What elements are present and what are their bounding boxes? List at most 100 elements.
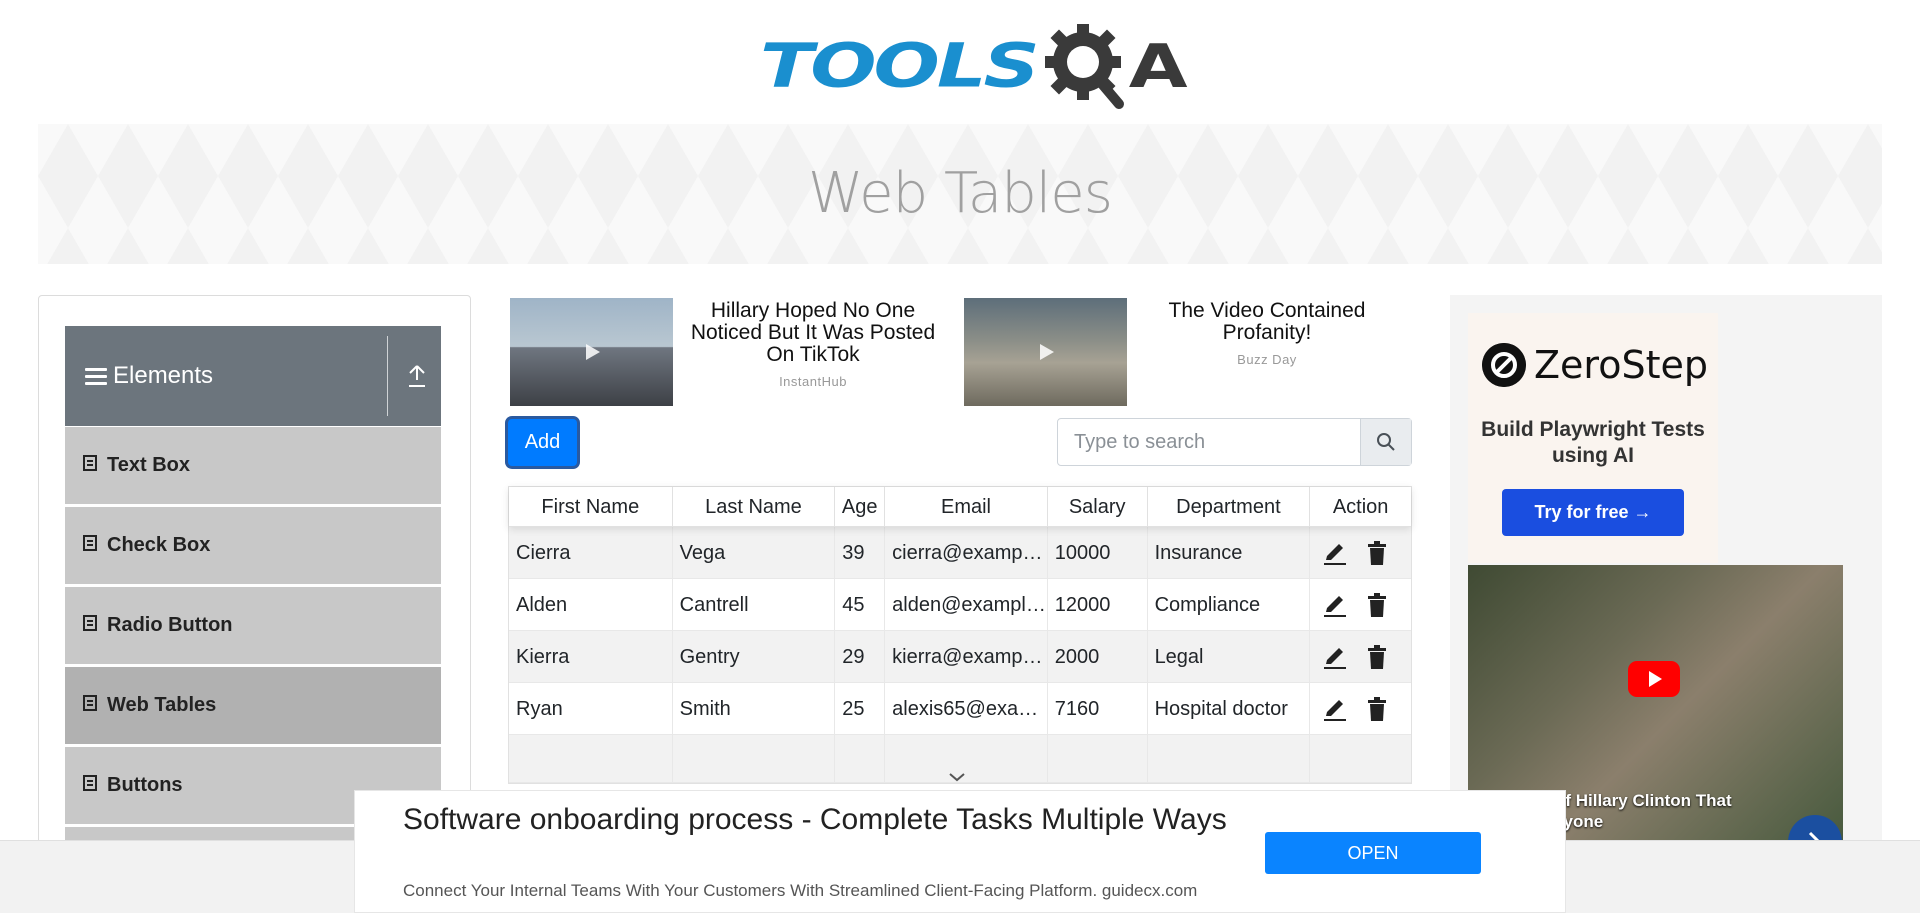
page-title: Web Tables <box>808 161 1113 226</box>
cell-department: Legal <box>1148 631 1311 682</box>
cell-last-name: Vega <box>673 527 836 578</box>
table-row: Cierra Vega 39 cierra@example.com 10000 … <box>509 527 1411 579</box>
cell-age: 39 <box>835 527 886 578</box>
ad-source: InstantHub <box>779 374 847 389</box>
document-icon <box>83 534 97 551</box>
next-arrow-icon[interactable] <box>1788 815 1842 840</box>
empty-cell <box>1148 735 1311 782</box>
sidebar-item-check-box[interactable]: Check Box <box>65 506 441 584</box>
search-input[interactable] <box>1058 419 1360 465</box>
cell-age: 45 <box>835 579 886 630</box>
cell-last-name: Gentry <box>673 631 836 682</box>
logo-text-tools: TOOLS <box>760 30 1040 102</box>
column-header-salary[interactable]: Salary <box>1048 487 1148 526</box>
cell-last-name: Smith <box>673 683 836 734</box>
zerostep-subtitle: Build Playwright Tests using AI <box>1481 418 1705 467</box>
open-button[interactable]: OPEN <box>1265 832 1481 874</box>
sidebar-item-label: Text Box <box>107 454 190 476</box>
ad-card-2[interactable]: The Video Contained Profanity! Buzz Day <box>964 298 1404 406</box>
cell-email: alexis65@example.com <box>885 683 1048 734</box>
edit-icon[interactable] <box>1322 540 1348 566</box>
empty-cell <box>1048 735 1148 782</box>
cell-salary: 7160 <box>1048 683 1148 734</box>
cell-first-name: Kierra <box>509 631 673 682</box>
page-banner: Web Tables <box>38 124 1882 264</box>
table-row: Alden Cantrell 45 alden@example.com 1200… <box>509 579 1411 631</box>
column-header-age[interactable]: Age <box>835 487 886 526</box>
ad-card-1[interactable]: Hillary Hoped No One Noticed But It Was … <box>510 298 950 406</box>
try-for-free-button[interactable]: Try for free → <box>1502 489 1684 536</box>
chevron-down-icon[interactable] <box>947 770 967 784</box>
cell-action <box>1310 683 1411 734</box>
document-icon <box>83 694 97 711</box>
cell-action <box>1310 527 1411 578</box>
table-row: Kierra Gentry 29 kierra@example.com 2000… <box>509 631 1411 683</box>
ad-thumbnail <box>964 298 1127 406</box>
empty-cell <box>835 735 886 782</box>
bottom-ad[interactable]: Software onboarding process - Complete T… <box>354 790 1566 913</box>
column-header-email[interactable]: Email <box>885 487 1048 526</box>
cell-action <box>1310 631 1411 682</box>
delete-icon[interactable] <box>1364 540 1390 566</box>
cell-email: alden@example.com <box>885 579 1048 630</box>
cell-age: 25 <box>835 683 886 734</box>
edit-icon[interactable] <box>1322 644 1348 670</box>
collapse-arrow-icon[interactable] <box>407 364 427 388</box>
search-button[interactable] <box>1360 419 1411 465</box>
sidebar-item-label: Check Box <box>107 534 211 556</box>
sidebar-item-label: Buttons <box>107 774 183 796</box>
ad-title: Hillary Hoped No One Noticed But It Was … <box>690 299 936 366</box>
zerostep-ad[interactable]: ZeroStep Build Playwright Tests using AI… <box>1468 313 1718 563</box>
edit-icon[interactable] <box>1322 592 1348 618</box>
logo-text-a: A <box>1128 31 1188 101</box>
table-header: First Name Last Name Age Email Salary De… <box>509 487 1411 527</box>
cell-email: cierra@example.com <box>885 527 1048 578</box>
cell-last-name: Cantrell <box>673 579 836 630</box>
video-caption-line: veryone <box>1538 812 1604 831</box>
bottom-ad-title: Software onboarding process - Complete T… <box>403 803 1227 836</box>
youtube-play-icon[interactable] <box>1628 661 1680 697</box>
document-icon <box>83 614 97 631</box>
cell-department: Compliance <box>1148 579 1311 630</box>
sidebar-item-radio-button[interactable]: Radio Button <box>65 586 441 664</box>
cell-salary: 2000 <box>1048 631 1148 682</box>
cell-department: Insurance <box>1148 527 1311 578</box>
cell-age: 29 <box>835 631 886 682</box>
column-header-last-name[interactable]: Last Name <box>673 487 836 526</box>
column-header-department[interactable]: Department <box>1148 487 1311 526</box>
cell-salary: 12000 <box>1048 579 1148 630</box>
empty-cell <box>673 735 836 782</box>
cell-first-name: Ryan <box>509 683 673 734</box>
sidebar-item-label: Web Tables <box>107 694 217 716</box>
sidebar-item-label: Radio Button <box>107 614 233 636</box>
column-header-action[interactable]: Action <box>1310 487 1411 526</box>
add-record-button[interactable]: Add <box>508 419 577 466</box>
empty-cell <box>509 735 673 782</box>
zerostep-logo-icon <box>1482 343 1526 387</box>
sidebar-item-text-box[interactable]: Text Box <box>65 426 441 504</box>
delete-icon[interactable] <box>1364 696 1390 722</box>
sidebar-group-title: Elements <box>113 362 214 389</box>
sidebar-group-elements[interactable]: Elements <box>65 326 441 426</box>
zerostep-brand: ZeroStep <box>1534 343 1708 387</box>
search-box <box>1057 418 1412 466</box>
right-ad[interactable]: ZeroStep Build Playwright Tests using AI… <box>1450 295 1882 840</box>
delete-icon[interactable] <box>1364 644 1390 670</box>
toolsqa-logo[interactable]: TOOLS A <box>760 18 1188 114</box>
cell-first-name: Cierra <box>509 527 673 578</box>
search-icon <box>1377 433 1395 451</box>
cell-department: Hospital doctor <box>1148 683 1311 734</box>
edit-icon[interactable] <box>1322 696 1348 722</box>
delete-icon[interactable] <box>1364 592 1390 618</box>
ad-thumbnail <box>510 298 673 406</box>
divider <box>387 336 388 416</box>
column-header-first-name[interactable]: First Name <box>509 487 673 526</box>
sidebar-item-web-tables[interactable]: Web Tables <box>65 666 441 744</box>
video-caption: s Of Hillary Clinton That veryone <box>1538 790 1732 832</box>
document-icon <box>83 454 97 471</box>
ad-source: Buzz Day <box>1237 352 1297 367</box>
menu-icon <box>85 364 107 389</box>
document-icon <box>83 774 97 791</box>
video-caption-line: s Of Hillary Clinton That <box>1538 791 1732 810</box>
cell-salary: 10000 <box>1048 527 1148 578</box>
